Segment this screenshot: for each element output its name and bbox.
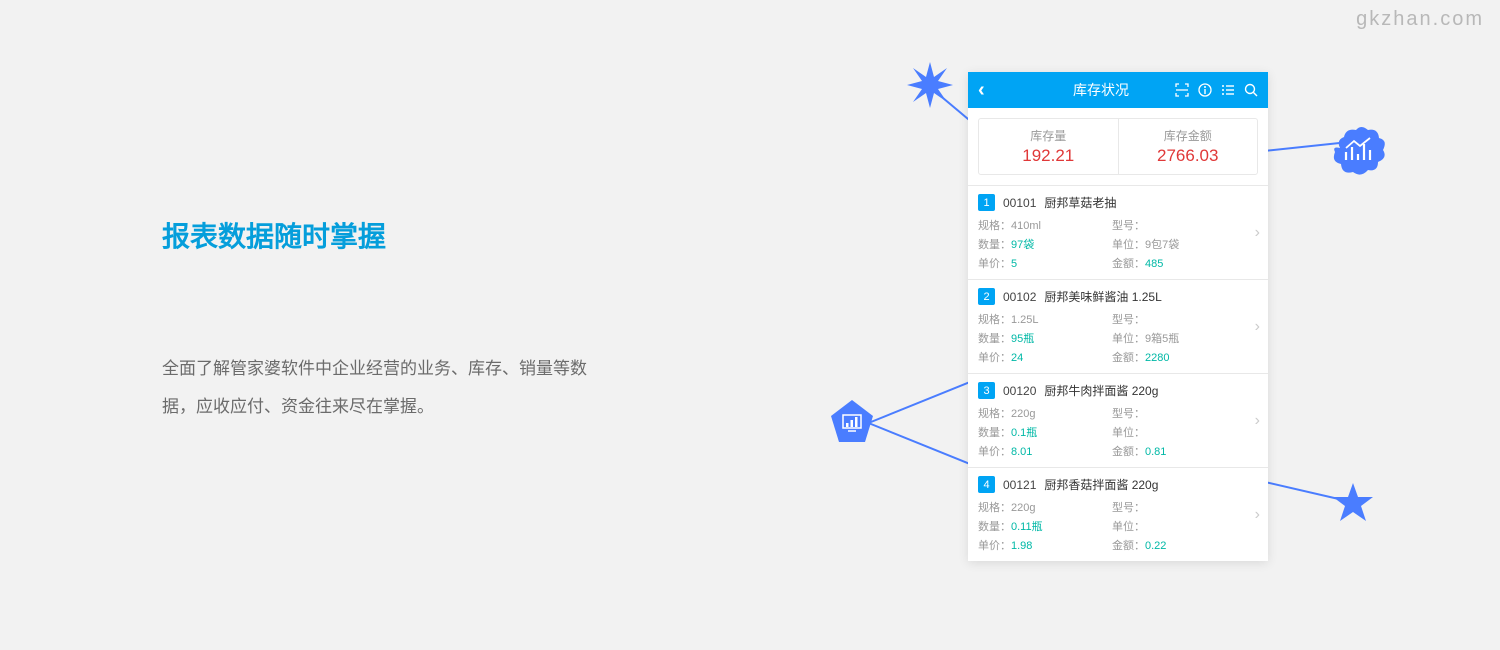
marketing-text-block: 报表数据随时掌握 全面了解管家婆软件中企业经营的业务、库存、销量等数据，应收应付… bbox=[162, 215, 602, 426]
inventory-item[interactable]: 2 00102 厨邦美味鲜酱油 1.25L 规格：1.25L 型号： 数量：95… bbox=[968, 279, 1268, 373]
search-icon[interactable] bbox=[1243, 83, 1258, 98]
stock-qty-value: 192.21 bbox=[979, 146, 1118, 166]
qty-field: 数量：0.11瓶 bbox=[978, 518, 1112, 534]
item-name: 厨邦草菇老抽 bbox=[1044, 194, 1116, 211]
stock-quantity-stat[interactable]: 库存量 192.21 bbox=[979, 119, 1119, 174]
amount-field: 金额：0.81 bbox=[1112, 443, 1246, 459]
item-header: 3 00120 厨邦牛肉拌面酱 220g bbox=[978, 382, 1246, 399]
item-name: 厨邦美味鲜酱油 1.25L bbox=[1044, 288, 1161, 305]
back-button[interactable]: ‹ bbox=[978, 79, 998, 102]
item-number-badge: 1 bbox=[978, 194, 995, 211]
stock-amount-value: 2766.03 bbox=[1119, 146, 1258, 166]
item-details: 规格：1.25L 型号： 数量：95瓶 单位：9箱5瓶 单价：24 金额：228… bbox=[978, 311, 1246, 365]
item-details: 规格：410ml 型号： 数量：97袋 单位：9包7袋 单价：5 金额：485 bbox=[978, 217, 1246, 271]
item-number-badge: 2 bbox=[978, 288, 995, 305]
item-code: 00121 bbox=[1003, 478, 1036, 492]
item-code: 00101 bbox=[1003, 196, 1036, 210]
item-number-badge: 3 bbox=[978, 382, 995, 399]
model-field: 型号： bbox=[1112, 499, 1246, 515]
spec-field: 规格：1.25L bbox=[978, 311, 1112, 327]
amount-field: 金额：0.22 bbox=[1112, 537, 1246, 553]
item-header: 1 00101 厨邦草菇老抽 bbox=[978, 194, 1246, 211]
scan-icon[interactable] bbox=[1174, 83, 1189, 98]
stock-amount-label: 库存金额 bbox=[1119, 127, 1258, 144]
stock-amount-stat[interactable]: 库存金额 2766.03 bbox=[1119, 119, 1258, 174]
header-actions bbox=[1174, 83, 1258, 98]
unit-field: 单位： bbox=[1112, 424, 1246, 440]
description: 全面了解管家婆软件中企业经营的业务、库存、销量等数据，应收应付、资金往来尽在掌握… bbox=[162, 350, 602, 426]
qty-field: 数量：97袋 bbox=[978, 236, 1112, 252]
connector-line bbox=[866, 421, 976, 467]
connector-line bbox=[866, 379, 976, 425]
monitor-chart-icon bbox=[828, 398, 876, 446]
inventory-list: 1 00101 厨邦草菇老抽 规格：410ml 型号： 数量：97袋 单位：9包… bbox=[968, 185, 1268, 561]
chevron-right-icon: › bbox=[1255, 318, 1260, 336]
price-field: 单价：24 bbox=[978, 349, 1112, 365]
item-code: 00120 bbox=[1003, 384, 1036, 398]
item-details: 规格：220g 型号： 数量：0.1瓶 单位： 单价：8.01 金额：0.81 bbox=[978, 405, 1246, 459]
item-number-badge: 4 bbox=[978, 476, 995, 493]
chevron-right-icon: › bbox=[1255, 224, 1260, 242]
heading: 报表数据随时掌握 bbox=[162, 215, 602, 255]
spec-field: 规格：410ml bbox=[978, 217, 1112, 233]
phone-header: ‹ 库存状况 bbox=[968, 72, 1268, 108]
chevron-right-icon: › bbox=[1255, 412, 1260, 430]
item-name: 厨邦香菇拌面酱 220g bbox=[1044, 476, 1158, 493]
item-details: 规格：220g 型号： 数量：0.11瓶 单位： 单价：1.98 金额：0.22 bbox=[978, 499, 1246, 553]
model-field: 型号： bbox=[1112, 405, 1246, 421]
summary-card: 库存量 192.21 库存金额 2766.03 bbox=[978, 118, 1258, 175]
inventory-item[interactable]: 4 00121 厨邦香菇拌面酱 220g 规格：220g 型号： 数量：0.11… bbox=[968, 467, 1268, 561]
page-title: 库存状况 bbox=[998, 80, 1174, 100]
spec-field: 规格：220g bbox=[978, 499, 1112, 515]
amount-field: 金额：485 bbox=[1112, 255, 1246, 271]
info-icon[interactable] bbox=[1197, 83, 1212, 98]
stock-qty-label: 库存量 bbox=[979, 127, 1118, 144]
price-field: 单价：5 bbox=[978, 255, 1112, 271]
starburst-icon bbox=[905, 60, 955, 110]
inventory-item[interactable]: 1 00101 厨邦草菇老抽 规格：410ml 型号： 数量：97袋 单位：9包… bbox=[968, 185, 1268, 279]
amount-field: 金额：2280 bbox=[1112, 349, 1246, 365]
unit-field: 单位：9箱5瓶 bbox=[1112, 330, 1246, 346]
spec-field: 规格：220g bbox=[978, 405, 1112, 421]
qty-field: 数量：0.1瓶 bbox=[978, 424, 1112, 440]
list-icon[interactable] bbox=[1220, 83, 1235, 98]
price-field: 单价：1.98 bbox=[978, 537, 1112, 553]
model-field: 型号： bbox=[1112, 311, 1246, 327]
model-field: 型号： bbox=[1112, 217, 1246, 233]
cloud-chart-icon bbox=[1328, 122, 1390, 184]
item-header: 2 00102 厨邦美味鲜酱油 1.25L bbox=[978, 288, 1246, 305]
star-icon bbox=[1330, 480, 1376, 526]
inventory-item[interactable]: 3 00120 厨邦牛肉拌面酱 220g 规格：220g 型号： 数量：0.1瓶… bbox=[968, 373, 1268, 467]
item-code: 00102 bbox=[1003, 290, 1036, 304]
qty-field: 数量：95瓶 bbox=[978, 330, 1112, 346]
item-header: 4 00121 厨邦香菇拌面酱 220g bbox=[978, 476, 1246, 493]
item-name: 厨邦牛肉拌面酱 220g bbox=[1044, 382, 1158, 399]
watermark: gkzhan.com bbox=[1356, 8, 1484, 31]
phone-mockup: ‹ 库存状况 库存量 192.21 库存金额 2766.03 bbox=[968, 72, 1268, 561]
chevron-right-icon: › bbox=[1255, 506, 1260, 524]
unit-field: 单位： bbox=[1112, 518, 1246, 534]
unit-field: 单位：9包7袋 bbox=[1112, 236, 1246, 252]
price-field: 单价：8.01 bbox=[978, 443, 1112, 459]
